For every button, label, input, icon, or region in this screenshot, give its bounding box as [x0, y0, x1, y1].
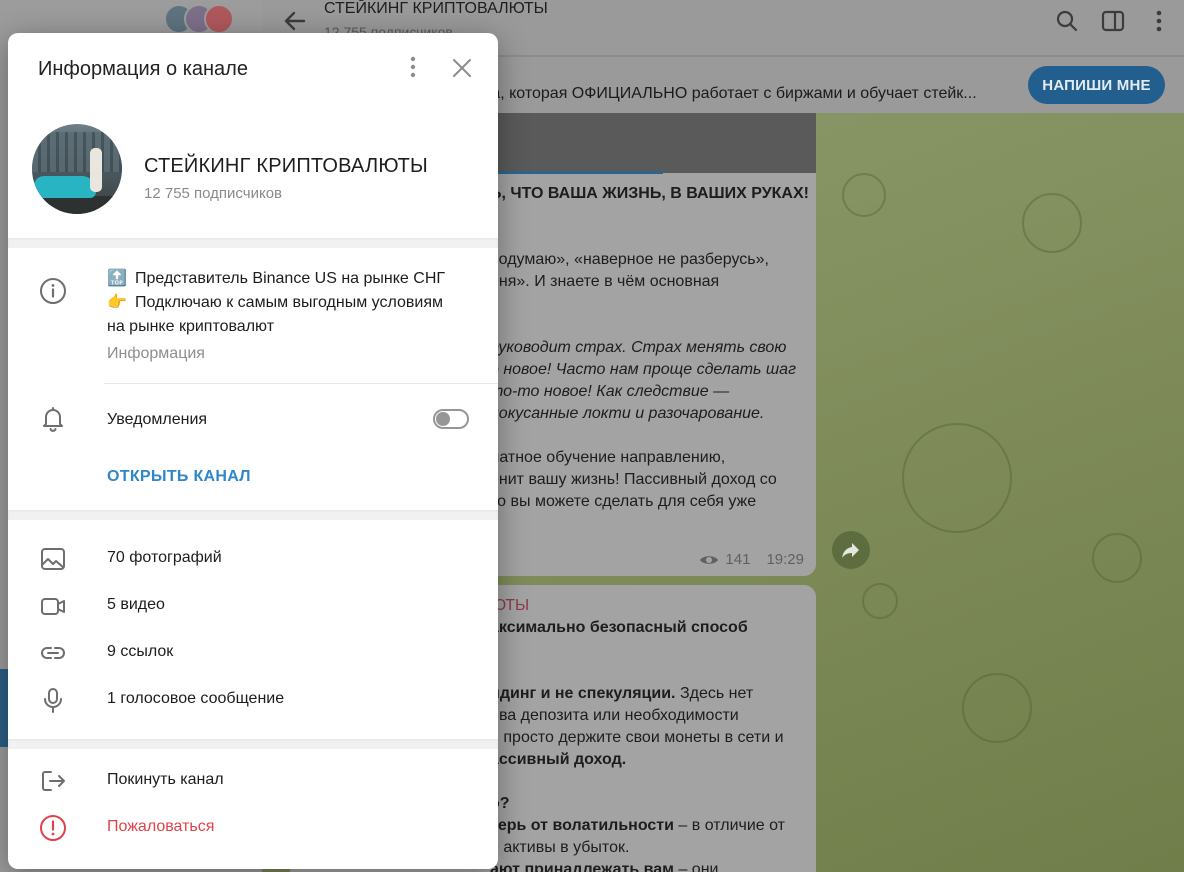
message-text-line: латное обучение направлению, — [490, 449, 726, 466]
chat-title[interactable]: СТЕЙКИНГ КРИПТОВАЛЮТЫ — [324, 0, 548, 18]
message-text-line: покусанные локти и разочарование. — [490, 405, 765, 422]
more-vertical-icon[interactable] — [1146, 8, 1172, 34]
photos-count-link[interactable]: 70 фотографий — [107, 549, 222, 567]
videos-count-link[interactable]: 5 видео — [107, 596, 165, 614]
toggle-knob — [436, 412, 450, 426]
views-eye-icon — [700, 556, 719, 564]
message-text-line: ают принадлежать вам – они — [490, 859, 718, 872]
message-text-line: енит вашу жизнь! Пассивный доход со — [490, 471, 777, 488]
message-time: 19:29 — [766, 551, 804, 568]
back-arrow-icon[interactable] — [280, 6, 310, 36]
section-separator — [8, 238, 498, 248]
channel-avatar[interactable] — [32, 124, 122, 214]
avatar — [204, 4, 234, 34]
links-count-link[interactable]: 9 ссылок — [107, 643, 173, 661]
section-separator — [8, 739, 498, 749]
message-text-line: аксимально безопасный способ — [490, 619, 748, 636]
message-text-line: то вы можете сделать для себя уже — [490, 493, 757, 510]
forward-button[interactable] — [832, 531, 870, 569]
stacked-avatars[interactable] — [164, 4, 244, 36]
section-separator — [8, 510, 498, 520]
description-line: Подключаю к самым выгодным условиям — [135, 294, 443, 311]
views-count: 141 — [725, 551, 751, 568]
search-icon[interactable] — [1054, 8, 1080, 34]
channel-profile: СТЕЙКИНГ КРИПТОВАЛЮТЫ 12 755 подписчиков — [8, 103, 498, 238]
notifications-label: Уведомления — [107, 411, 208, 428]
info-icon — [40, 278, 66, 304]
message-text-bold: йдинг и не спекуляции. — [490, 685, 676, 702]
message-text-regular: – в отличие от — [673, 817, 786, 834]
channel-info-dialog: Информация о канале СТЕЙКИНГ КРИПТОВАЛЮТ… — [8, 33, 498, 869]
message-text-bold: ают принадлежать вам — [490, 861, 674, 872]
selected-chat-indicator — [0, 669, 8, 747]
leave-icon — [42, 771, 65, 791]
message-text-line: е активы в убыток. — [490, 839, 630, 856]
report-button[interactable]: Пожаловаться — [107, 818, 214, 836]
description-label: Информация — [107, 345, 205, 362]
dialog-header: Информация о канале — [8, 33, 498, 103]
message-text-line: подумаю», «наверное не разберусь», — [490, 251, 769, 268]
description-line: Представитель Binance US на рынке СНГ — [135, 270, 446, 287]
divider — [104, 383, 498, 384]
report-warning-icon — [40, 815, 66, 841]
message-text-bold: терь от волатильности — [490, 817, 674, 834]
channel-description: 🔝 Представитель Binance US на рынке СНГ … — [107, 267, 477, 366]
message-text-line: терь от волатильности – в отличие от — [490, 815, 785, 837]
message-text-line: руководит страх. Страх менять свою — [490, 339, 787, 356]
header-actions — [1054, 8, 1184, 38]
message-text-regular: – они — [674, 861, 719, 872]
more-vertical-icon[interactable] — [401, 55, 425, 79]
message-text-line: и просто держите свои монеты в сети и — [490, 729, 784, 746]
message-meta: 141 19:29 — [699, 549, 804, 571]
description-line: на рынке криптовалют — [107, 318, 275, 335]
voice-messages-count-link[interactable]: 1 голосовое сообщение — [107, 690, 284, 708]
message-text-line: еня». И знаете в чём основная — [490, 273, 720, 290]
sidebar-toggle-icon[interactable] — [1100, 8, 1126, 34]
message-text-line: ассивный доход. — [490, 751, 627, 768]
bell-icon — [43, 407, 63, 432]
pinned-message-text: да, которая ОФИЦИАЛЬНО работает с биржам… — [482, 85, 977, 102]
message-text-line: йдинг и не спекуляции. Здесь нет — [490, 683, 753, 705]
dialog-title: Информация о канале — [38, 58, 248, 80]
channel-name: СТЕЙКИНГ КРИПТОВАЛЮТЫ — [144, 155, 428, 177]
open-channel-button[interactable]: ОТКРЫТЬ КАНАЛ — [107, 468, 251, 486]
forward-arrow-icon — [842, 543, 859, 558]
pointing-hand-emoji-icon: 👉 — [107, 294, 127, 311]
message-text-line: то-то новое! Как следствие — — [490, 383, 730, 400]
subscriber-count: 12 755 подписчиков — [144, 185, 283, 202]
close-icon[interactable] — [449, 55, 475, 81]
leave-channel-button[interactable]: Покинуть канал — [107, 771, 224, 789]
message-text-line: о новое! Часто нам проще сделать шаг — [490, 361, 796, 378]
notifications-toggle[interactable] — [433, 409, 469, 429]
message-text-line: ива депозита или необходимости — [490, 707, 739, 724]
message-text-line: Ь, ЧТО ВАША ЖИЗНЬ, В ВАШИХ РУКАХ! — [490, 185, 809, 202]
top-emoji-icon: 🔝 — [107, 270, 127, 287]
video-camera-icon — [41, 598, 65, 615]
photo-icon — [41, 548, 65, 570]
microphone-icon — [44, 688, 62, 713]
write-me-button[interactable]: НАПИШИ МНЕ — [1028, 66, 1165, 104]
link-icon — [41, 647, 65, 659]
message-text-regular: Здесь нет — [675, 685, 754, 702]
